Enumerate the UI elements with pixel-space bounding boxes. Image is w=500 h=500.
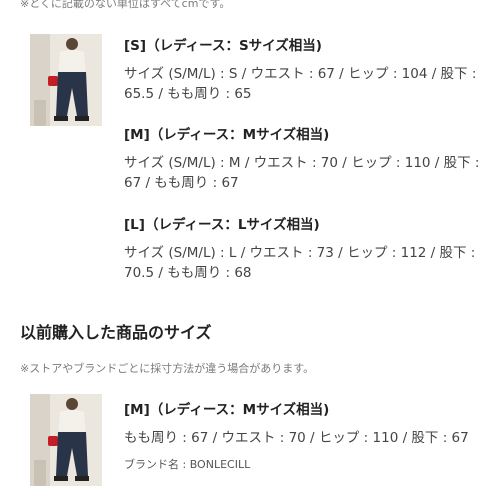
size-block-s: [S]（レディース：Sサイズ相当) サイズ (S/M/L) : S / ウエスト…	[124, 36, 484, 104]
size-details: サイズ (S/M/L) : M / ウエスト : 70 / ヒップ : 110 …	[124, 155, 480, 191]
size-details: サイズ (S/M/L) : S / ウエスト : 67 / ヒップ : 104 …	[124, 66, 477, 102]
size-block-m: [M]（レディース：Mサイズ相当) サイズ (S/M/L) : M / ウエスト…	[124, 125, 484, 193]
model-photo	[30, 394, 102, 486]
size-details: サイズ (S/M/L) : L / ウエスト : 73 / ヒップ : 112 …	[124, 245, 476, 281]
brand-name: ブランド名 : BONLECILL	[124, 458, 251, 471]
size-title: [M]（レディース：Mサイズ相当)	[124, 402, 330, 418]
previous-product-thumbnail[interactable]	[30, 394, 102, 486]
previous-size-block: [M]（レディース：Mサイズ相当) もも周り : 67 / ウエスト : 70 …	[124, 400, 484, 472]
size-block-l: [L]（レディース：Lサイズ相当) サイズ (S/M/L) : L / ウエスト…	[124, 215, 484, 283]
unit-note: ※とくに記載のない単位はすべてcmです。	[20, 0, 231, 10]
measurement-note: ※ストアやブランドごとに採寸方法が違う場合があります。	[20, 362, 315, 375]
size-title: [L]（レディース：Lサイズ相当)	[124, 217, 320, 233]
size-title: [S]（レディース：Sサイズ相当)	[124, 38, 322, 54]
size-title: [M]（レディース：Mサイズ相当)	[124, 127, 330, 143]
product-thumbnail[interactable]	[30, 34, 102, 126]
model-photo	[30, 34, 102, 126]
size-details: もも周り : 67 / ウエスト : 70 / ヒップ : 110 / 股下 :…	[124, 430, 469, 446]
previous-sizes-heading: 以前購入した商品のサイズ	[20, 323, 212, 342]
